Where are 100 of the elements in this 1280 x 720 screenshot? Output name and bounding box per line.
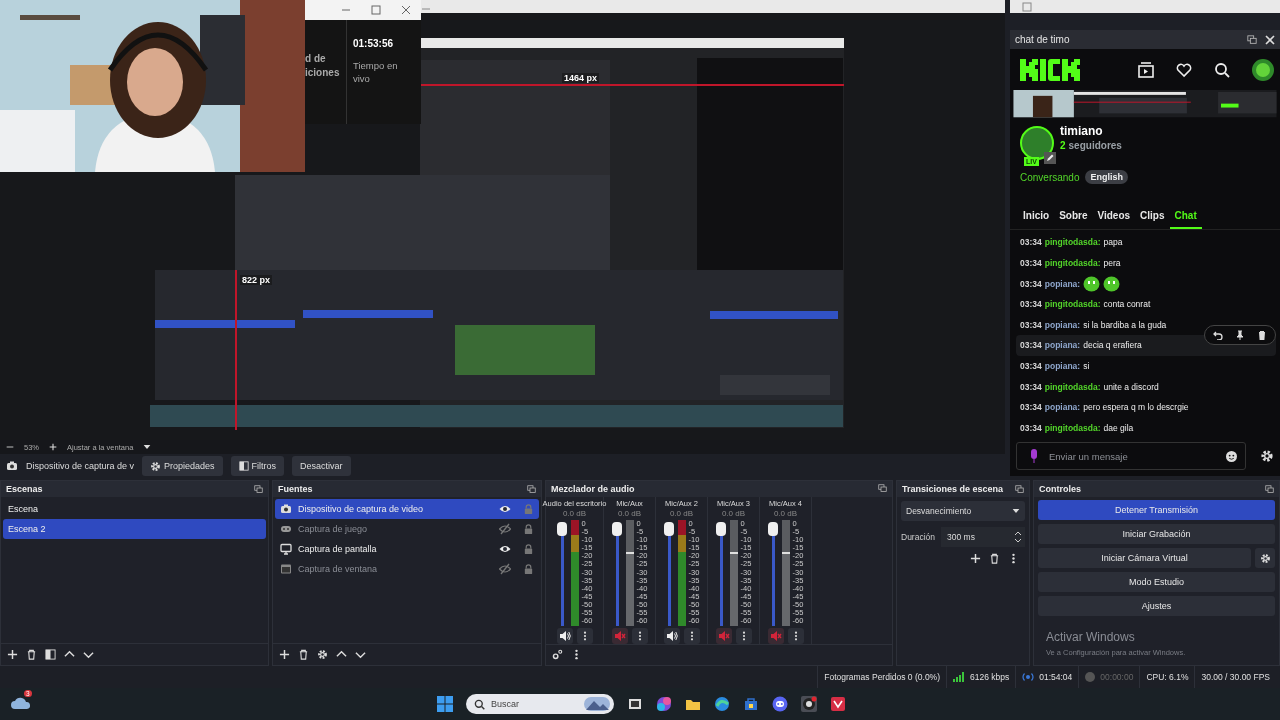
trash-icon[interactable] bbox=[26, 649, 37, 660]
eye-slash-icon[interactable] bbox=[499, 523, 511, 535]
menu-button[interactable] bbox=[631, 627, 648, 644]
trash-icon[interactable] bbox=[298, 649, 309, 660]
settings-icon[interactable] bbox=[1260, 449, 1274, 463]
toolbar-button[interactable]: Filtros bbox=[230, 456, 285, 476]
username[interactable]: popiana: bbox=[1044, 402, 1081, 413]
up-icon[interactable] bbox=[336, 649, 347, 660]
fader-handle[interactable] bbox=[664, 521, 675, 536]
add-icon[interactable] bbox=[279, 649, 290, 660]
fader-handle[interactable] bbox=[716, 521, 727, 536]
spin-arrows-icon[interactable] bbox=[1014, 530, 1022, 544]
mute-button[interactable] bbox=[556, 627, 573, 644]
control-button[interactable]: Detener Transmisión bbox=[1038, 500, 1275, 520]
mixer-settings-icon[interactable] bbox=[552, 649, 563, 661]
lock-icon[interactable] bbox=[523, 543, 534, 555]
menu-button[interactable] bbox=[576, 627, 593, 644]
username[interactable]: popiana: bbox=[1044, 360, 1081, 371]
emoji-icon[interactable] bbox=[1226, 450, 1237, 462]
username[interactable]: pingitodasda: bbox=[1044, 299, 1101, 310]
fader-handle[interactable] bbox=[768, 521, 779, 536]
add-icon[interactable] bbox=[7, 649, 18, 660]
pin-icon[interactable] bbox=[1235, 330, 1245, 341]
transition-dropdown[interactable]: Desvanecimiento bbox=[901, 501, 1025, 521]
search-field[interactable]: Buscar bbox=[489, 698, 580, 710]
channel-tab[interactable]: Clips bbox=[1135, 204, 1170, 230]
trash-icon[interactable] bbox=[989, 553, 1000, 564]
zoom-in-icon[interactable] bbox=[49, 443, 57, 451]
down-icon[interactable] bbox=[355, 649, 366, 660]
toolbar-button[interactable]: Propiedades bbox=[142, 456, 223, 476]
app-icon[interactable] bbox=[830, 696, 846, 712]
menu-button[interactable] bbox=[735, 627, 752, 644]
fader-handle[interactable] bbox=[557, 521, 568, 536]
mute-button[interactable] bbox=[663, 627, 680, 644]
browser-icon[interactable] bbox=[714, 696, 730, 712]
float-icon[interactable] bbox=[254, 484, 263, 494]
source-item[interactable]: Captura de pantalla bbox=[275, 539, 539, 559]
source-item[interactable]: Captura de ventana bbox=[275, 559, 539, 579]
float-icon[interactable] bbox=[1247, 34, 1257, 45]
message-box[interactable]: Enviar un mensaje bbox=[1016, 442, 1246, 470]
recorder-icon[interactable] bbox=[801, 696, 817, 712]
microphone-icon[interactable] bbox=[1029, 449, 1039, 463]
caret-icon[interactable] bbox=[143, 443, 152, 451]
reply-icon[interactable] bbox=[1213, 330, 1223, 341]
chat-app-icon[interactable] bbox=[772, 696, 788, 712]
search-icon[interactable] bbox=[1214, 61, 1230, 78]
heart-icon[interactable] bbox=[1176, 61, 1192, 78]
channel-tab[interactable]: Videos bbox=[1092, 204, 1136, 230]
menu-button[interactable] bbox=[683, 627, 700, 644]
scene-item[interactable]: Escena 2 bbox=[3, 519, 266, 539]
source-item[interactable]: Captura de juego bbox=[275, 519, 539, 539]
lock-icon[interactable] bbox=[523, 563, 534, 575]
eye-icon[interactable] bbox=[499, 543, 511, 555]
float-icon[interactable] bbox=[527, 484, 536, 494]
float-icon[interactable] bbox=[1015, 484, 1024, 494]
channel-tab[interactable]: Inicio bbox=[1018, 204, 1055, 230]
control-button[interactable]: Ajustes bbox=[1038, 596, 1275, 616]
username[interactable]: pingitodasda: bbox=[1044, 237, 1101, 248]
username[interactable]: pingitodasda: bbox=[1044, 422, 1101, 433]
app-icon[interactable] bbox=[656, 696, 672, 712]
message-field[interactable]: Enviar un mensaje bbox=[1047, 449, 1218, 463]
channel-tab[interactable]: Sobre bbox=[1054, 204, 1093, 230]
add-icon[interactable] bbox=[970, 553, 981, 564]
zoom-out-icon[interactable] bbox=[6, 443, 14, 451]
search-bar[interactable]: Buscar bbox=[466, 694, 614, 714]
store-icon[interactable] bbox=[743, 696, 759, 712]
task-view-icon[interactable] bbox=[627, 696, 643, 712]
username[interactable]: pingitodasda: bbox=[1044, 257, 1101, 268]
channel-name: timiano bbox=[1060, 123, 1104, 138]
video-icon[interactable] bbox=[1138, 61, 1154, 78]
duration-field[interactable]: 300 ms bbox=[941, 527, 1025, 547]
channel-tab[interactable]: Chat bbox=[1169, 204, 1202, 230]
control-button[interactable]: Modo Estudio bbox=[1038, 572, 1275, 592]
username[interactable]: popiana: bbox=[1044, 340, 1081, 351]
down-icon[interactable] bbox=[83, 649, 94, 660]
fader-handle[interactable] bbox=[612, 521, 623, 536]
start-icon[interactable] bbox=[437, 696, 453, 712]
toolbar-button[interactable]: Desactivar bbox=[292, 456, 351, 476]
control-button[interactable]: Iniciar Grabación bbox=[1038, 524, 1275, 544]
eye-slash-icon[interactable] bbox=[499, 563, 511, 575]
source-item[interactable]: Dispositivo de captura de video bbox=[275, 499, 539, 519]
username[interactable]: popiana: bbox=[1044, 319, 1081, 330]
avatar-icon[interactable] bbox=[1252, 58, 1274, 81]
settings-icon[interactable] bbox=[317, 649, 328, 660]
menu-button[interactable] bbox=[787, 627, 804, 644]
language-tag[interactable]: English bbox=[1085, 170, 1128, 185]
control-button[interactable]: Iniciar Cámara Virtual bbox=[1038, 548, 1251, 568]
up-icon[interactable] bbox=[64, 649, 75, 660]
scene-item[interactable]: Escena bbox=[3, 499, 266, 519]
float-icon[interactable] bbox=[878, 484, 887, 494]
pencil-icon[interactable] bbox=[1044, 151, 1056, 164]
username[interactable]: popiana: bbox=[1044, 278, 1081, 289]
float-icon[interactable] bbox=[1265, 484, 1274, 494]
username[interactable]: pingitodasda: bbox=[1044, 381, 1101, 392]
eye-icon[interactable] bbox=[499, 503, 511, 515]
settings-button[interactable] bbox=[1255, 548, 1275, 568]
filter-icon[interactable] bbox=[45, 649, 56, 660]
category-link[interactable]: Conversando bbox=[1020, 171, 1080, 183]
lock-icon[interactable] bbox=[523, 523, 534, 535]
trash-icon[interactable] bbox=[1257, 330, 1267, 341]
